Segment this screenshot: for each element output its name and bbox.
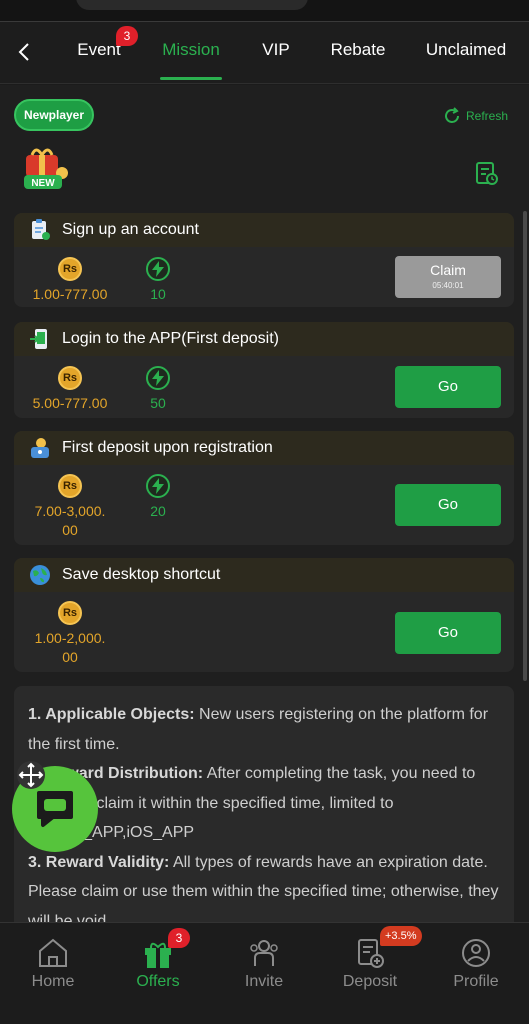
task-title: Sign up an account [62, 221, 199, 238]
status-strip [0, 0, 529, 22]
task-card: First deposit upon registration Rs 7.00-… [14, 431, 514, 545]
notch-pill [76, 0, 308, 10]
nav-profile[interactable]: Profile [426, 937, 526, 991]
tab-label: Rebate [330, 40, 386, 59]
task-header: Login to the APP(First deposit) [14, 322, 514, 356]
tab-mission[interactable]: Mission [160, 22, 222, 82]
claim-timer: 05:40:01 [432, 281, 464, 290]
tab-label: Mission [162, 40, 220, 59]
energy-reward: 10 [103, 257, 213, 304]
profile-icon [462, 939, 490, 967]
tab-vip[interactable]: VIP [261, 22, 291, 82]
nav-label: Profile [453, 973, 499, 990]
phone-login-icon [30, 329, 47, 349]
rupee-coin-icon: Rs [58, 601, 82, 625]
coin-reward: Rs 1.00-2,000. 00 [15, 601, 125, 667]
rule-item: 3. Reward Validity: All types of rewards… [28, 853, 499, 923]
tab-rebate[interactable]: Rebate [330, 22, 386, 82]
newplayer-chip[interactable]: Newplayer [14, 99, 94, 131]
tab-label: Unclaimed [425, 40, 507, 59]
lightning-icon [146, 474, 170, 498]
task-title: Login to the APP(First deposit) [62, 330, 279, 347]
nav-label: Deposit [342, 973, 398, 990]
task-header: Sign up an account [14, 213, 514, 247]
globe-icon [30, 565, 50, 585]
energy-reward-text: 20 [150, 503, 166, 519]
refresh-label: Refresh [466, 109, 509, 123]
clipboard-icon [32, 219, 50, 240]
go-button[interactable]: Go [395, 612, 501, 654]
history-icon[interactable] [474, 161, 500, 187]
chevron-left-icon [18, 43, 29, 61]
move-drag-icon[interactable] [16, 760, 46, 790]
tab-label: Event [77, 40, 121, 59]
task-card: Login to the APP(First deposit) Rs 5.00-… [14, 322, 514, 418]
nav-invite[interactable]: Invite [214, 937, 314, 991]
tab-event[interactable]: Event 3 [76, 22, 138, 82]
tab-bar: Event 3 Mission VIP Rebate Unclaimed [0, 22, 529, 84]
nav-offers[interactable]: Offers [108, 937, 208, 991]
task-header: First deposit upon registration [14, 431, 514, 465]
energy-reward-text: 50 [150, 395, 166, 411]
task-title: Save desktop shortcut [62, 566, 221, 583]
deposit-user-icon [31, 438, 49, 458]
rupee-coin-icon: Rs [58, 474, 82, 498]
lightning-icon [146, 257, 170, 281]
back-button[interactable] [10, 38, 38, 66]
rule-item: 1. Applicable Objects: New users registe… [28, 706, 489, 753]
chat-bubble-icon [37, 791, 73, 827]
energy-reward: 50 [103, 366, 213, 413]
refresh-icon [445, 107, 459, 123]
new-label: NEW [31, 178, 55, 189]
deposit-bonus-badge: +3.5% [380, 926, 422, 946]
energy-reward: 20 [103, 474, 213, 521]
task-title: First deposit upon registration [62, 439, 273, 456]
task-card: Sign up an account Rs 1.00-777.00 10 Cla… [14, 213, 514, 307]
coin-reward-text: 1.00-2,000. 00 [34, 630, 106, 665]
lightning-icon [146, 366, 170, 390]
offers-badge: 3 [168, 928, 190, 948]
task-card: Save desktop shortcut Rs 1.00-2,000. 00 G… [14, 558, 514, 672]
rupee-coin-icon: Rs [58, 257, 82, 281]
rule-item: 2. Reward Distribution: After completing… [28, 765, 476, 841]
tab-unclaimed[interactable]: Unclaimed [424, 22, 508, 82]
scrollbar[interactable] [523, 211, 527, 681]
bottom-nav: Home Offers 3 Invite Deposit +3.5% Profi… [0, 922, 529, 1024]
energy-reward-text: 10 [150, 286, 166, 302]
claim-label: Claim [430, 262, 466, 278]
new-gift-icon: NEW [18, 145, 74, 197]
tab-label: VIP [262, 40, 290, 59]
invite-people-icon [250, 940, 278, 966]
task-header: Save desktop shortcut [14, 558, 514, 592]
claim-button[interactable]: Claim 05:40:01 [395, 256, 501, 298]
nav-label: Home [31, 973, 75, 990]
nav-label: Offers [136, 973, 180, 990]
refresh-button[interactable]: Refresh [442, 105, 508, 127]
rupee-coin-icon: Rs [58, 366, 82, 390]
home-icon [39, 938, 67, 967]
nav-label: Invite [244, 973, 284, 990]
go-button[interactable]: Go [395, 366, 501, 408]
event-badge: 3 [116, 26, 138, 46]
go-button[interactable]: Go [395, 484, 501, 526]
nav-home[interactable]: Home [3, 937, 103, 991]
